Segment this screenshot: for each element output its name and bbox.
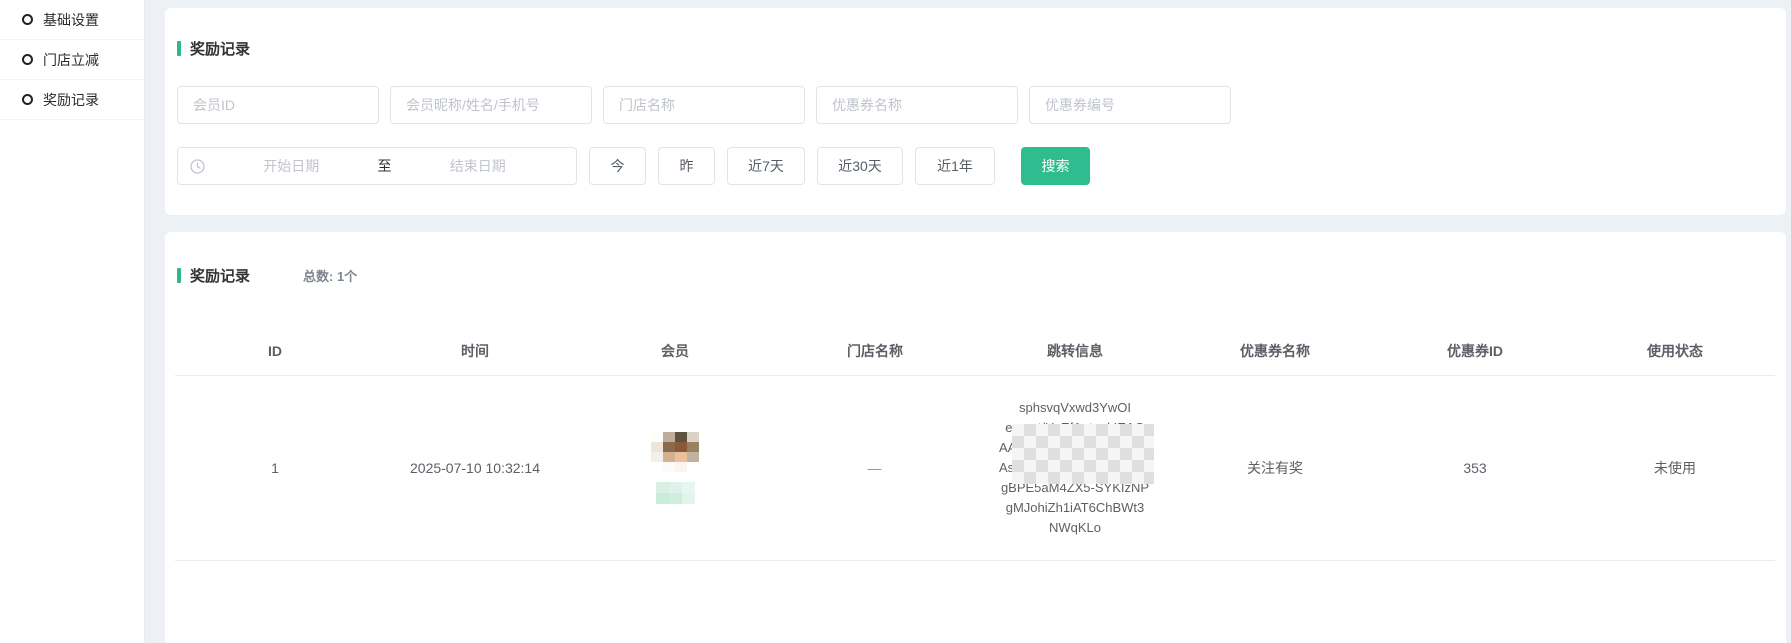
avatar-pixel — [663, 442, 675, 452]
table-header-time: 时间 — [375, 341, 575, 361]
coupon-code-input[interactable] — [1029, 86, 1231, 124]
cell-coupon-name: 关注有奖 — [1175, 458, 1375, 478]
sidebar-item-basic-settings[interactable]: 基础设置 — [0, 0, 144, 40]
store-name-input[interactable] — [603, 86, 805, 124]
radio-circle-icon — [22, 14, 33, 25]
radio-circle-icon — [22, 54, 33, 65]
name-pixel — [682, 482, 695, 493]
radio-circle-icon — [22, 94, 33, 105]
jump-line: NWqKLo — [999, 518, 1151, 538]
filter-section-title: 奖励记录 — [177, 38, 1786, 59]
records-panel: 奖励记录 总数: 1个 ID 时间 会员 门店名称 跳转信息 优惠券名称 优惠券… — [165, 232, 1786, 643]
name-pixel — [682, 493, 695, 504]
jump-info-text: sphsvqVxwd3YwOI export/UzEfAgtgekIEAQ AA… — [999, 398, 1151, 538]
total-count: 总数: 1个 — [303, 266, 357, 285]
avatar-pixel — [651, 442, 663, 452]
cell-coupon-id: 353 — [1375, 460, 1575, 476]
member-name-input[interactable] — [390, 86, 592, 124]
member-id-input[interactable] — [177, 86, 379, 124]
member-name-blur — [656, 482, 695, 504]
avatar-pixel — [651, 432, 663, 442]
name-pixel — [656, 482, 669, 493]
sidebar-item-label: 门店立减 — [43, 50, 99, 70]
sidebar: 基础设置 门店立减 奖励记录 — [0, 0, 145, 643]
filter-dates-row: 开始日期 至 结束日期 今 昨 近7天 近30天 近1年 搜索 — [177, 147, 1786, 185]
cell-time: 2025-07-10 10:32:14 — [375, 460, 575, 476]
avatar-pixel — [663, 432, 675, 442]
sidebar-item-store-discount[interactable]: 门店立减 — [0, 40, 144, 80]
quick-yesterday-button[interactable]: 昨 — [658, 147, 715, 185]
jump-line: sphsvqVxwd3YwOI — [999, 398, 1151, 418]
table-header-id: ID — [175, 343, 375, 359]
filter-title-text: 奖励记录 — [190, 38, 250, 59]
search-button[interactable]: 搜索 — [1021, 147, 1090, 185]
table-header-status: 使用状态 — [1575, 341, 1775, 361]
jump-line: gMJohiZh1iAT6ChBWt3 — [999, 498, 1151, 518]
avatar-pixel — [687, 442, 699, 452]
date-separator: 至 — [378, 156, 392, 176]
main-content: 奖励记录 开始日期 至 结束日期 今 — [145, 0, 1791, 643]
date-range-picker[interactable]: 开始日期 至 结束日期 — [177, 147, 577, 185]
title-accent-bar — [177, 268, 181, 283]
cell-member — [575, 432, 775, 504]
avatar-pixel — [663, 462, 675, 472]
filter-panel: 奖励记录 开始日期 至 结束日期 今 — [165, 8, 1786, 215]
name-pixel — [669, 482, 682, 493]
cell-status: 未使用 — [1575, 458, 1775, 478]
avatar-pixel — [687, 432, 699, 442]
avatar-pixel — [675, 462, 687, 472]
cell-id: 1 — [175, 460, 375, 476]
name-pixel — [656, 493, 669, 504]
records-section-title: 奖励记录 总数: 1个 — [177, 265, 1786, 286]
cell-store-name: — — [775, 460, 975, 476]
avatar-pixel — [687, 452, 699, 462]
quick-7days-button[interactable]: 近7天 — [727, 147, 805, 185]
sidebar-item-reward-records[interactable]: 奖励记录 — [0, 80, 144, 120]
avatar-pixel — [675, 432, 687, 442]
blur-overlay — [1012, 424, 1154, 484]
app-window: 基础设置 门店立减 奖励记录 奖励记录 — [0, 0, 1791, 643]
quick-30days-button[interactable]: 近30天 — [817, 147, 903, 185]
table-header-coupon-name: 优惠券名称 — [1175, 341, 1375, 361]
member-avatar — [651, 432, 699, 472]
coupon-name-input[interactable] — [816, 86, 1018, 124]
quick-1year-button[interactable]: 近1年 — [915, 147, 995, 185]
table-header-jump-info: 跳转信息 — [975, 341, 1175, 361]
filter-inputs-row — [177, 86, 1786, 124]
avatar-pixel — [675, 452, 687, 462]
table-header-store-name: 门店名称 — [775, 341, 975, 361]
table-header-member: 会员 — [575, 341, 775, 361]
start-date-field[interactable]: 开始日期 — [205, 156, 378, 176]
avatar-pixel — [663, 452, 675, 462]
cell-jump-info: sphsvqVxwd3YwOI export/UzEfAgtgekIEAQ AA… — [975, 398, 1175, 538]
table-header-row: ID 时间 会员 门店名称 跳转信息 优惠券名称 优惠券ID 使用状态 — [175, 326, 1775, 376]
records-title-text: 奖励记录 — [190, 265, 250, 286]
avatar-pixel — [687, 462, 699, 472]
avatar-pixel — [675, 442, 687, 452]
quick-today-button[interactable]: 今 — [589, 147, 646, 185]
title-accent-bar — [177, 41, 181, 56]
avatar-pixel — [651, 452, 663, 462]
sidebar-item-label: 基础设置 — [43, 10, 99, 30]
avatar-pixel — [651, 462, 663, 472]
sidebar-item-label: 奖励记录 — [43, 90, 99, 110]
table-header-coupon-id: 优惠券ID — [1375, 341, 1575, 361]
table-row: 1 2025-07-10 10:32:14 — [175, 376, 1775, 561]
records-table: ID 时间 会员 门店名称 跳转信息 优惠券名称 优惠券ID 使用状态 1 20… — [175, 326, 1775, 561]
end-date-field[interactable]: 结束日期 — [392, 156, 565, 176]
clock-icon — [190, 159, 205, 174]
name-pixel — [669, 493, 682, 504]
